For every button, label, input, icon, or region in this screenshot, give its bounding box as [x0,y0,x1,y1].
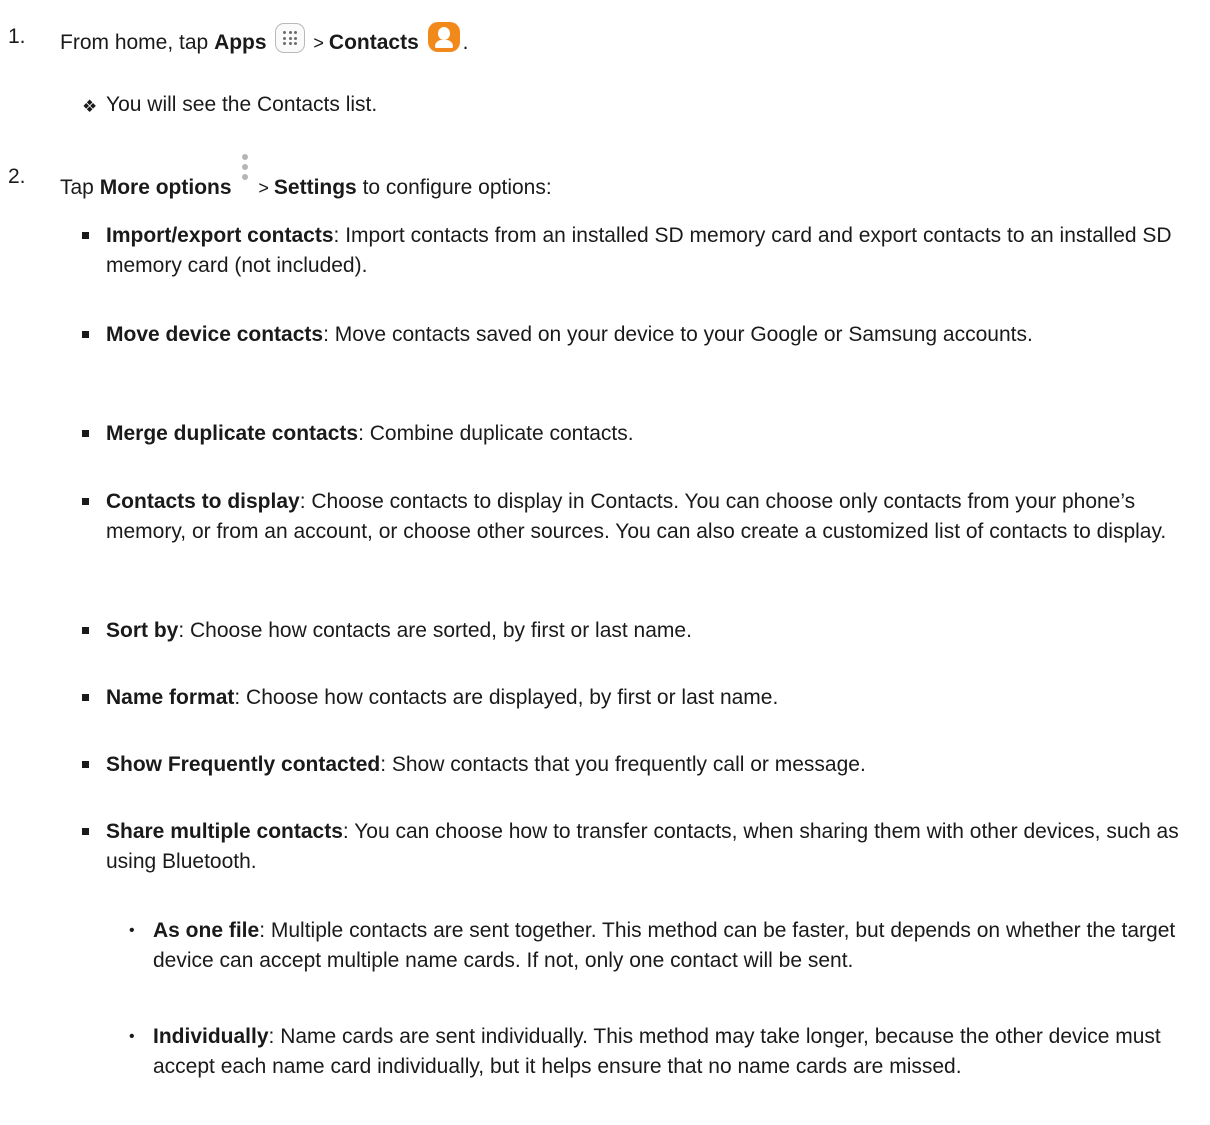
option-desc: : Move contacts saved on your device to … [323,323,1033,346]
option-term: Share multiple contacts [106,820,343,843]
sub-option-term: Individually [153,1025,269,1048]
square-bullet-icon [82,331,89,338]
apps-grid-icon [275,23,306,53]
step-separator: > [253,178,274,198]
sub-option-desc: : Name cards are sent individually. This… [153,1025,1161,1078]
sub-option-desc: : Multiple contacts are sent together. T… [153,919,1176,972]
more-options-icon [241,154,249,196]
square-bullet-icon [82,498,89,505]
sub-option-text: Individually: Name cards are sent indivi… [153,1022,1203,1082]
step-text: From home, tap Apps > Contacts . [60,22,468,58]
option-text: Show Frequently contacted: Show contacts… [106,750,1201,780]
option-text: Share multiple contacts: You can choose … [106,817,1201,877]
step-suffix: to configure options: [356,176,552,199]
square-bullet-icon [82,430,89,437]
contacts-label: Contacts [328,31,419,54]
option-term: Name format [106,686,235,709]
more-options-label: More options [99,176,232,199]
option-desc: : Show contacts that you frequently call… [380,753,866,776]
sub-option-text: As one file: Multiple contacts are sent … [153,916,1203,976]
option-desc: : Combine duplicate contacts. [358,422,634,445]
step-number: 2. [8,165,26,188]
dot-bullet-icon: • [129,1028,135,1045]
option-text: Name format: Choose how contacts are dis… [106,683,1201,713]
step-number: 1. [8,25,26,48]
diamond-bullet-icon: ❖ [82,97,98,116]
step-text: Tap More options > Settings to configure… [60,154,552,203]
square-bullet-icon [82,761,89,768]
sub-option-term: As one file [153,919,260,942]
settings-label: Settings [273,176,357,199]
square-bullet-icon [82,232,89,239]
option-text: Contacts to display: Choose contacts to … [106,487,1201,547]
option-term: Contacts to display [106,490,300,513]
square-bullet-icon [82,627,89,634]
option-term: Sort by [106,619,179,642]
step-prefix: Tap [60,176,100,199]
apps-label: Apps [214,31,267,54]
contacts-icon [427,22,460,52]
option-text: Import/export contacts: Import contacts … [106,221,1201,281]
note-text: You will see the Contacts list. [106,93,378,116]
option-text: Move device contacts: Move contacts save… [106,320,1201,350]
option-desc: : Choose how contacts are displayed, by … [234,686,779,709]
option-term: Move device contacts [106,323,324,346]
option-text: Merge duplicate contacts: Combine duplic… [106,419,1201,449]
option-desc: : Choose how contacts are sorted, by fir… [178,619,692,642]
option-term: Show Frequently contacted [106,753,381,776]
dot-bullet-icon: • [129,922,135,939]
step-separator: > [308,33,329,53]
option-term: Import/export contacts [106,224,334,247]
square-bullet-icon [82,828,89,835]
square-bullet-icon [82,694,89,701]
step-prefix: From home, tap [60,31,215,54]
option-term: Merge duplicate contacts [106,422,359,445]
option-text: Sort by: Choose how contacts are sorted,… [106,616,1201,646]
step-suffix: . [462,31,469,54]
